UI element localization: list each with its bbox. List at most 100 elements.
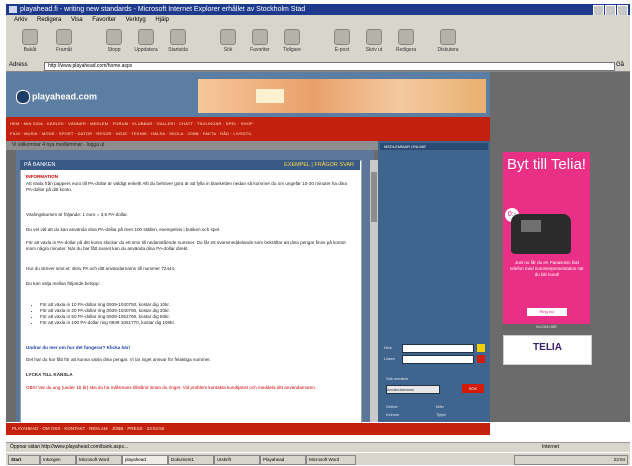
home-icon: [170, 29, 186, 45]
edit-button[interactable]: Redigera: [392, 29, 420, 53]
status-bar: Öppnar sidan http://www.playahead.com/ba…: [6, 442, 630, 452]
search-member-label: Sök medlem: [386, 376, 409, 381]
browser-toolbar: Bakåt Framåt Stopp Uppdatera Startsida S…: [6, 25, 630, 62]
article-scrollbar[interactable]: [370, 160, 378, 422]
nav-row-primary[interactable]: HEM · MIN SIDA · KÄRLEK · VÄNNER · MEDLE…: [10, 121, 253, 126]
women-stat: Kvinnor: [386, 412, 400, 417]
site-footer: PLAYAHEAD · OM OSS · KONTAKT · REKLAM · …: [6, 423, 490, 435]
mail-icon: [334, 29, 350, 45]
right-column-header: MEDLEMMAR ONLINE: [380, 143, 488, 150]
telia-ad-copy: Just nu får du en Panasonic fast telefon…: [510, 260, 584, 277]
zone-text: Internet: [542, 444, 559, 450]
discuss-icon: [440, 29, 456, 45]
info-heading: INFORMATION: [26, 174, 59, 179]
print-button[interactable]: Skriv ut: [360, 29, 388, 53]
forward-button[interactable]: Framåt: [50, 29, 78, 53]
article-links[interactable]: EXEMPEL | FRÅGOR SVAR: [284, 160, 354, 170]
taskbar-item[interactable]: Utskrift: [214, 455, 260, 465]
paragraph-disclaimer: Det har du har fått för att kunna växla …: [26, 357, 211, 362]
back-arrow-icon: [22, 29, 38, 45]
telia-logo: TELIA: [533, 342, 562, 353]
girls-stat: Tjejer: [436, 412, 447, 417]
history-icon: [284, 29, 300, 45]
taskbar-item-active[interactable]: playahead: [122, 455, 168, 465]
password-label: Lösen: [384, 356, 395, 361]
password-input[interactable]: [402, 355, 474, 364]
telia-ad-cta[interactable]: Ring nu!: [527, 308, 567, 316]
amount-list: För att växla in 10 PA-dollar ring 0939-…: [26, 302, 350, 326]
online-stat: Online: [386, 404, 398, 409]
stop-button[interactable]: Stopp: [100, 29, 128, 53]
article-title: PÅ BANKEN: [24, 162, 56, 168]
paragraph-instructions: För att växla in PA-dollar på ditt konto…: [26, 240, 346, 251]
taskbar-item[interactable]: Microsoft Word: [306, 455, 356, 465]
banner-product-image: [256, 89, 284, 103]
edit-icon: [398, 29, 414, 45]
menu-item-file[interactable]: Arkiv: [14, 17, 27, 23]
site-logo[interactable]: playahead.com: [16, 90, 126, 104]
menu-bar: Arkiv Redigera Visa Favoriter Verktyg Hj…: [6, 15, 630, 25]
paragraph-intro: Att växla från pappers euro till PA-doll…: [26, 181, 347, 192]
forward-arrow-icon: [56, 29, 72, 45]
window-titlebar: playahead.fi - writing new standards - M…: [6, 4, 630, 16]
search-icon: [220, 29, 236, 45]
taskbar-item[interactable]: Inkorgen: [40, 455, 76, 465]
favorites-button[interactable]: Favoriter: [246, 29, 274, 53]
login-go-icon[interactable]: [477, 344, 485, 352]
paragraph-usage: Du vet väl att du kan använda dina PA-do…: [26, 227, 221, 232]
taskbar-item[interactable]: Microsoft Word: [76, 455, 122, 465]
start-button[interactable]: Start: [8, 455, 40, 465]
article-header: PÅ BANKEN EXEMPEL | FRÅGOR SVAR: [20, 160, 360, 170]
ie-icon: [9, 6, 17, 13]
address-label: Adress: [9, 62, 28, 68]
ad-strip[interactable]: KLICKA HÄR: [503, 324, 590, 330]
paragraph-rate: Växlingskursen är följande: 1 euro = 3,5…: [26, 212, 128, 217]
system-tray: 23:04: [514, 455, 628, 465]
member-search-button[interactable]: SÖK: [462, 384, 484, 393]
men-stat: Män: [436, 404, 444, 409]
good-luck-text: LYCKA TILL KÄNSLA: [26, 372, 73, 377]
nick-input[interactable]: [402, 344, 474, 353]
window-title: playahead.fi - writing new standards - M…: [20, 6, 306, 13]
status-text: Öppnar sidan http://www.playahead.com/ba…: [10, 444, 129, 450]
stop-icon: [106, 29, 122, 45]
taskbar-item[interactable]: Dokument1: [168, 455, 214, 465]
telia-ad[interactable]: Byt till Telia! 0:- Just nu får du en Pa…: [503, 152, 590, 324]
address-bar: Adress http://www.playahead.com/home.asp…: [6, 61, 630, 72]
menu-item-edit[interactable]: Redigera: [37, 17, 61, 23]
nick-label: Nick: [384, 345, 392, 350]
back-button[interactable]: Bakåt: [16, 29, 44, 53]
help-link[interactable]: Undrar du mer om hur det fungerar? Klick…: [26, 345, 350, 351]
taskbar-item[interactable]: Playahead: [260, 455, 306, 465]
address-input[interactable]: http://www.playahead.com/home.aspx: [44, 62, 615, 71]
search-button[interactable]: Sök: [214, 29, 242, 53]
scrollbar-thumb[interactable]: [371, 172, 377, 222]
menu-item-favorites[interactable]: Favoriter: [92, 17, 116, 23]
taskbar: Start Inkorgen Microsoft Word playahead …: [6, 452, 630, 465]
phone-display: [521, 220, 541, 232]
menu-item-help[interactable]: Hjälp: [155, 17, 169, 23]
telia-logo-ad[interactable]: TELIA: [503, 335, 592, 365]
refresh-button[interactable]: Uppdatera: [132, 29, 160, 53]
refresh-icon: [138, 29, 154, 45]
menu-item-view[interactable]: Visa: [71, 17, 83, 23]
telia-ad-title: Byt till Telia!: [507, 156, 586, 173]
mail-button[interactable]: E-post: [328, 29, 356, 53]
history-button[interactable]: Tidigare: [278, 29, 306, 53]
discuss-button[interactable]: Diskutera: [434, 29, 462, 53]
header-banner-ad[interactable]: [198, 79, 486, 113]
site-nav-bar: HEM · MIN SIDA · KÄRLEK · VÄNNER · MEDLE…: [6, 117, 490, 141]
menu-item-tools[interactable]: Verktyg: [126, 17, 146, 23]
warning-text: OBS! Var du ung (under 15 år) ska du ha …: [26, 385, 317, 390]
logo-ball-icon: [16, 90, 30, 104]
print-icon: [366, 29, 382, 45]
paragraph-amounts: Du kan välja mellan följande belopp:: [26, 281, 100, 286]
login-button[interactable]: [477, 355, 485, 363]
clock: 23:04: [613, 457, 625, 462]
list-item: För att växla in 100 PA-dollar ring 0939…: [40, 320, 350, 326]
go-button[interactable]: Gå: [616, 62, 624, 68]
nav-row-secondary[interactable]: FILM · MUSIK · MODE · SPORT · DATOR · RE…: [10, 131, 252, 136]
member-search-input[interactable]: Användarnamn: [386, 385, 440, 394]
phone-image: [511, 214, 571, 254]
home-button[interactable]: Startsida: [164, 29, 192, 53]
